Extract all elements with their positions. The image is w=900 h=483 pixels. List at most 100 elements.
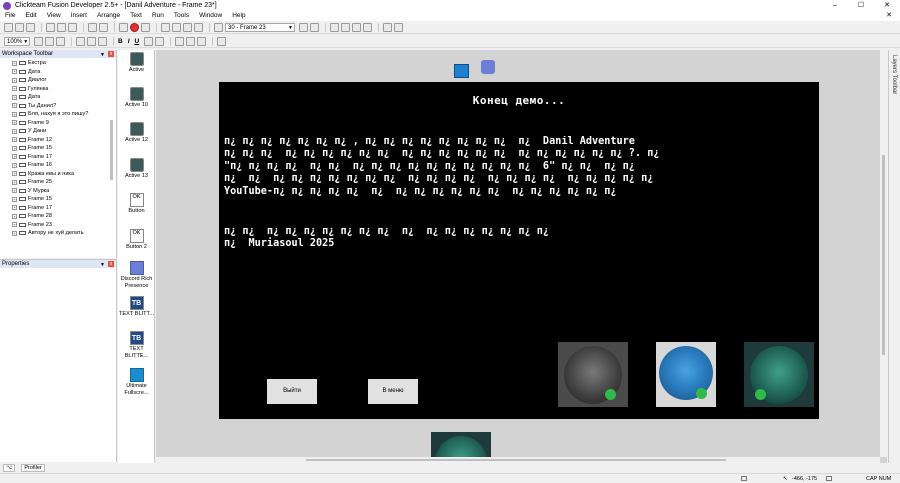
avatar[interactable] (558, 342, 628, 407)
menu-arrange[interactable]: Arrange (92, 11, 125, 21)
tree-item[interactable]: + Дата (0, 68, 116, 77)
expand-icon[interactable]: + (12, 111, 17, 117)
grid-icon[interactable] (341, 22, 350, 32)
object-item[interactable]: TB TEXT BLITT... (118, 296, 155, 318)
expand-icon[interactable]: + (12, 137, 17, 143)
expand-icon[interactable]: + (12, 103, 17, 109)
frame-editor-icon[interactable] (172, 22, 181, 32)
frame-select[interactable]: 30 - Frame 23 ▼ (225, 22, 295, 32)
vertical-scrollbar[interactable] (880, 50, 887, 457)
save-icon[interactable] (26, 22, 35, 32)
tree-item[interactable]: + Кража евы и ника (0, 170, 116, 179)
exit-button[interactable]: Выйти (267, 379, 317, 404)
select-tool-icon[interactable] (56, 36, 65, 46)
tab-workspace[interactable]: ⌥ (3, 464, 16, 472)
event-editor-icon[interactable] (183, 22, 192, 32)
menu-run[interactable]: Run (147, 11, 169, 21)
expand-icon[interactable]: + (12, 128, 17, 134)
zoom-select[interactable]: 100% ▼ (4, 36, 30, 46)
tree-item[interactable]: + У Мурка (0, 187, 116, 196)
bold-button[interactable]: B (118, 38, 123, 45)
properties-icon[interactable] (119, 22, 128, 32)
tab-profiler[interactable]: Profiler (21, 464, 45, 472)
tree-item[interactable]: + Frame 9 (0, 119, 116, 128)
open-file-icon[interactable] (15, 22, 24, 32)
document-close-button[interactable]: ✕ (886, 11, 892, 19)
discord-object-icon[interactable] (481, 60, 495, 74)
layers-icon[interactable] (383, 22, 392, 32)
align-right-icon[interactable] (197, 36, 207, 46)
tree-item[interactable]: + Frame 23 (0, 221, 116, 230)
layers-toolbar-tab[interactable]: Layers Toolbar (888, 50, 900, 463)
object-item[interactable]: Active 12 (118, 122, 155, 144)
horizontal-scrollbar[interactable] (156, 457, 880, 463)
grid-toggle-icon[interactable] (76, 36, 85, 46)
text-color-icon[interactable] (144, 36, 154, 46)
object-item[interactable]: Discord Rich Presence (118, 261, 155, 289)
object-item[interactable]: TB TEXT BLITTE... (118, 331, 155, 359)
tree-item[interactable]: + Диалог (0, 76, 116, 85)
workspace-scrollbar[interactable] (110, 120, 113, 180)
expand-icon[interactable]: + (12, 162, 17, 168)
maximize-button[interactable]: ☐ (848, 0, 874, 11)
tree-item[interactable]: + Дата (0, 93, 116, 102)
object-item[interactable]: OK Button (118, 193, 155, 215)
scrollbar-thumb[interactable] (306, 459, 726, 461)
expand-icon[interactable]: + (12, 77, 17, 83)
menu-window[interactable]: Window (194, 11, 227, 21)
object-item[interactable]: Ultimate Fullscre... (118, 368, 155, 396)
next-frame-icon[interactable] (310, 22, 319, 32)
menu-tools[interactable]: Tools (169, 11, 194, 21)
menu-insert[interactable]: Insert (66, 11, 92, 21)
expand-icon[interactable]: + (12, 230, 17, 236)
expand-icon[interactable]: + (12, 222, 17, 228)
object-item[interactable]: Active 13 (118, 158, 155, 180)
active-object-icon[interactable] (454, 64, 469, 78)
event-list-icon[interactable] (194, 22, 203, 32)
previous-frame-icon[interactable] (299, 22, 308, 32)
tree-item[interactable]: + Frame 15 (0, 144, 116, 153)
snap-toggle-icon[interactable] (87, 36, 96, 46)
tree-item[interactable]: + Frame 28 (0, 212, 116, 221)
copy-icon[interactable] (57, 22, 66, 32)
expand-icon[interactable]: + (12, 171, 17, 177)
menu-text[interactable]: Text (125, 11, 147, 21)
tree-item[interactable]: + Frame 17 (0, 204, 116, 213)
cut-icon[interactable] (46, 22, 55, 32)
tree-item[interactable]: + Frame 25 (0, 178, 116, 187)
new-file-icon[interactable] (4, 22, 13, 32)
paste-icon[interactable] (68, 22, 77, 32)
avatar[interactable] (744, 342, 814, 407)
fullscreen-icon[interactable] (217, 36, 227, 46)
redo-icon[interactable] (99, 22, 108, 32)
options-icon[interactable] (363, 22, 372, 32)
expand-icon[interactable]: + (12, 154, 17, 160)
expand-icon[interactable]: + (12, 69, 17, 75)
italic-button[interactable]: I (128, 38, 130, 45)
highlight-icon[interactable] (155, 36, 165, 46)
storyboard-icon[interactable] (161, 22, 170, 32)
expand-icon[interactable]: + (12, 196, 17, 202)
expand-icon[interactable]: + (12, 60, 17, 66)
menu-help[interactable]: Help (227, 11, 250, 21)
object-item[interactable]: Active 10 (118, 87, 155, 109)
tree-item[interactable]: + Frame 17 (0, 153, 116, 162)
menu-file[interactable]: File (0, 11, 20, 21)
expand-icon[interactable]: + (12, 213, 17, 219)
pin-icon[interactable]: ▼ (100, 51, 105, 59)
align-left-icon[interactable] (175, 36, 185, 46)
fill-icon[interactable] (98, 36, 107, 46)
tree-item[interactable]: + Frame 12 (0, 136, 116, 145)
events-icon[interactable] (394, 22, 403, 32)
expand-icon[interactable]: + (12, 188, 17, 194)
expand-icon[interactable]: + (12, 179, 17, 185)
record-icon[interactable] (141, 22, 150, 32)
tree-item[interactable]: + Бля, нахуя я это пишу? (0, 110, 116, 119)
close-icon[interactable]: x (108, 261, 114, 267)
expand-icon[interactable]: + (12, 120, 17, 126)
tree-item[interactable]: + Гулянка (0, 85, 116, 94)
underline-button[interactable]: U (135, 38, 140, 45)
minimize-button[interactable]: – (822, 0, 848, 11)
expand-icon[interactable]: + (12, 205, 17, 211)
main-menu-button[interactable]: В меню (368, 379, 418, 404)
